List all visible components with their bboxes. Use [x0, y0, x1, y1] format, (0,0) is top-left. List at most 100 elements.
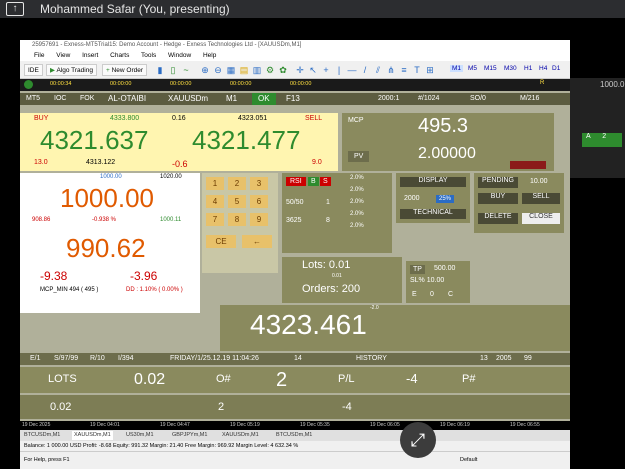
hdr-symbol[interactable]: XAUUSDm — [168, 93, 208, 105]
zoom-in-icon[interactable]: ⊕ — [200, 65, 210, 75]
tab-us30[interactable]: US30m,M1 — [126, 431, 154, 440]
sl-label[interactable]: SL% 10.00 — [410, 277, 444, 284]
pending-button[interactable]: PENDING — [478, 177, 518, 188]
history-button[interactable]: HISTORY — [356, 353, 387, 365]
tf-m30[interactable]: M30 — [504, 65, 517, 72]
folder-icon[interactable]: ▤ — [239, 65, 249, 75]
grid-icon[interactable]: ▦ — [226, 65, 236, 75]
buy-button[interactable]: BUY — [478, 193, 518, 204]
experts-icon[interactable]: ✿ — [278, 65, 288, 75]
key-8[interactable]: 8 — [228, 213, 246, 226]
rsi-button[interactable]: RSI — [286, 177, 306, 186]
tp-value[interactable]: 500.00 — [434, 265, 455, 272]
key-4[interactable]: 4 — [206, 195, 224, 208]
keypad: 1 2 3 4 5 6 7 8 9 CE ← — [202, 173, 278, 273]
tab-btcusd[interactable]: BTCUSDm,M1 — [24, 431, 60, 440]
key-5[interactable]: 5 — [228, 195, 246, 208]
tf-m15[interactable]: M15 — [484, 65, 497, 72]
e-button[interactable]: E — [412, 291, 417, 298]
tf-m5[interactable]: M5 — [468, 65, 477, 72]
buy-label[interactable]: BUY — [34, 115, 48, 122]
horizontal-line-icon[interactable]: — — [347, 65, 357, 75]
tab-xauusd[interactable]: XAUUSDm,M1 — [72, 431, 113, 440]
menu-insert[interactable]: Insert — [82, 52, 98, 59]
ok-button[interactable]: OK — [252, 93, 276, 105]
crosshair-icon[interactable]: + — [321, 65, 331, 75]
indicators-icon[interactable]: ⚙ — [265, 65, 275, 75]
close-button[interactable]: CLOSE — [522, 213, 560, 224]
template-icon[interactable]: ▥ — [252, 65, 262, 75]
menu-file[interactable]: File — [34, 52, 44, 59]
line-chart-icon[interactable]: ~ — [181, 65, 191, 75]
ide-button[interactable]: IDE — [24, 64, 43, 76]
key-1[interactable]: 1 — [206, 177, 224, 190]
candles-icon[interactable]: ▯ — [168, 65, 178, 75]
key-7[interactable]: 7 — [206, 213, 224, 226]
vertical-line-icon[interactable]: | — [334, 65, 344, 75]
screen-share-icon[interactable]: ↑ — [6, 2, 24, 16]
channel-icon[interactable]: ⫽ — [373, 65, 383, 75]
cursor-icon[interactable]: ↖ — [308, 65, 318, 75]
price-box: BUY 4333.800 0.16 4323.051 SELL 4321.637… — [20, 113, 338, 171]
orders-count-label: O# — [216, 373, 231, 385]
shapes-icon[interactable]: ⊞ — [425, 65, 435, 75]
algo-trading-button[interactable]: ▶ Algo Trading — [46, 64, 97, 76]
sell-button[interactable]: SELL — [522, 193, 560, 204]
pitchfork-icon[interactable]: ⋔ — [386, 65, 396, 75]
tp-label[interactable]: TP — [410, 265, 425, 274]
trend-line-icon[interactable]: / — [360, 65, 370, 75]
key-3[interactable]: 3 — [250, 177, 268, 190]
key-2[interactable]: 2 — [228, 177, 246, 190]
key-6[interactable]: 6 — [250, 195, 268, 208]
tf-d1[interactable]: D1 — [552, 65, 560, 72]
sell-label[interactable]: SELL — [305, 115, 322, 122]
crosshair-cursor-icon[interactable]: ✛ — [295, 65, 305, 75]
lots-row-value[interactable]: 0.02 — [134, 371, 165, 389]
fibonacci-icon[interactable]: ≡ — [399, 65, 409, 75]
tf-h1[interactable]: H1 — [524, 65, 532, 72]
text-icon[interactable]: T — [412, 65, 422, 75]
menu-tools[interactable]: Tools — [141, 52, 156, 59]
lots-label[interactable]: Lots: 0.01 — [302, 259, 350, 271]
menu-help[interactable]: Help — [203, 52, 216, 59]
orders-label[interactable]: Orders: 200 — [302, 283, 360, 295]
tf-m1[interactable]: M1 — [450, 65, 464, 72]
display-button[interactable]: DISPLAY — [400, 177, 466, 187]
tab-xauusd-2[interactable]: XAUUSDm,M1 — [222, 431, 259, 440]
ce-button[interactable]: CE — [206, 235, 236, 248]
ask-price[interactable]: 4321.477 — [192, 125, 300, 156]
key-9[interactable]: 9 — [250, 213, 268, 226]
b-button[interactable]: B — [308, 177, 319, 186]
menu-window[interactable]: Window — [168, 52, 191, 59]
c-button[interactable]: C — [448, 291, 453, 298]
technical-button[interactable]: TECHNICAL — [400, 209, 466, 219]
side-cell: A 2 — [582, 133, 622, 147]
new-order-button[interactable]: + New Order — [102, 64, 148, 76]
backspace-button[interactable]: ← — [242, 235, 272, 248]
zero-button[interactable]: 0 — [430, 291, 434, 298]
mcp-label: MCP — [348, 117, 364, 124]
small-pct: -0.938 % — [92, 217, 117, 223]
hdr-ioc[interactable]: IOC — [54, 93, 66, 105]
hdr-fok[interactable]: FOK — [80, 93, 94, 105]
dd-value: DD : 1.10% ( 0.00% ) — [126, 287, 183, 293]
ratio-one: 1 — [326, 199, 330, 206]
menu-view[interactable]: View — [56, 52, 70, 59]
tf-h4[interactable]: H4 — [539, 65, 547, 72]
pending-value[interactable]: 10.00 — [530, 178, 548, 185]
tab-btcusd-2[interactable]: BTCUSDm,M1 — [276, 431, 312, 440]
hdr-tf[interactable]: M1 — [226, 93, 237, 105]
s-button[interactable]: S — [320, 177, 331, 186]
hdr-mt5[interactable]: MT5 — [26, 93, 40, 105]
small-left: 908.86 — [32, 217, 51, 223]
time-4: 19 Dec 05:35 — [300, 422, 330, 428]
expand-icon[interactable]: ⤢ — [400, 422, 436, 458]
bid-price[interactable]: 4321.637 — [40, 125, 148, 156]
pct25: 25% — [436, 195, 455, 203]
chart-bars-icon[interactable]: ▮ — [155, 65, 165, 75]
menu-charts[interactable]: Charts — [110, 52, 129, 59]
zoom-out-icon[interactable]: ⊖ — [213, 65, 223, 75]
delete-button[interactable]: DELETE — [478, 213, 518, 224]
tab-gbpjpy[interactable]: GBPJPYm,M1 — [172, 431, 207, 440]
time-axis: 19 Dec 2025 19 Dec 04:01 19 Dec 04:47 19… — [20, 421, 570, 430]
